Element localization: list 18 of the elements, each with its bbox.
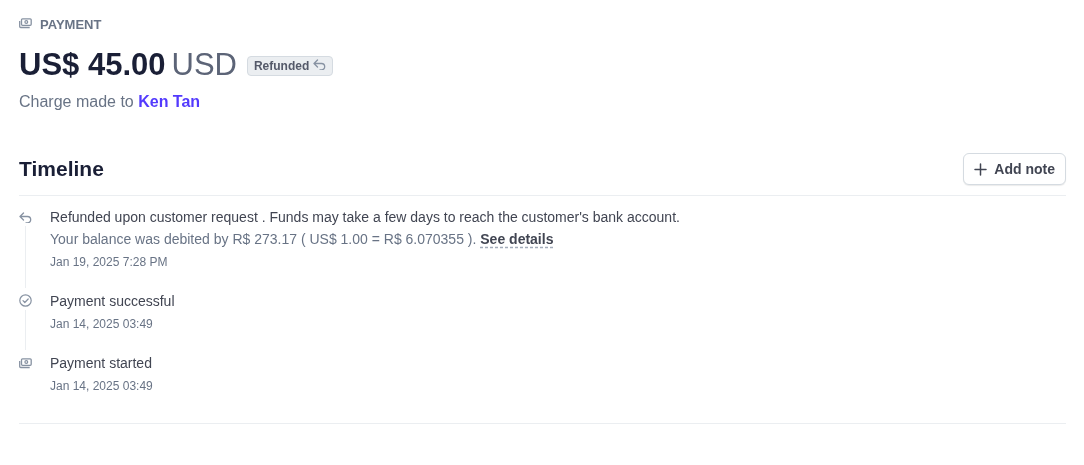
amount: US$ 45.00 (19, 47, 166, 83)
status-badge: Refunded (246, 56, 334, 76)
undo-icon (313, 59, 327, 73)
event-text: Payment started (50, 354, 153, 373)
plus-icon (974, 162, 988, 176)
see-details-link[interactable]: See details (480, 231, 554, 247)
event-date: Jan 19, 2025 7:28 PM (50, 254, 169, 271)
customer-link[interactable]: Ken Tan (138, 93, 201, 110)
section-title: Timeline (19, 157, 104, 181)
charge-description: Charge made to Ken Tan (19, 93, 202, 111)
event-detail: Your balance was debited by R$ 273.17 ( US$ 1.00 = R$ 6.070355 ). See details (50, 230, 555, 249)
section-label: PAYMENT (40, 16, 102, 32)
event-text: Payment successful (50, 292, 175, 311)
event-date: Jan 14, 2025 03:49 (50, 316, 154, 333)
add-note-button[interactable]: Add note (963, 153, 1066, 185)
event-text: Refunded upon customer request . Funds may take a few days to reach the customer's bank account. (50, 208, 680, 227)
currency: USD (171, 47, 237, 83)
event-date: Jan 14, 2025 03:49 (50, 378, 153, 395)
